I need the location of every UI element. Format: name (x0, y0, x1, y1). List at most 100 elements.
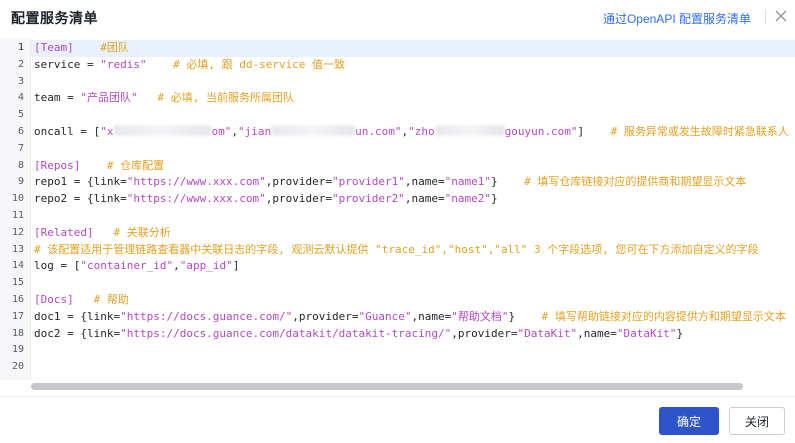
code-comment: # 该配置适用于管理链路查看器中关联日志的字段, 观测云默认提供 "trace_… (34, 242, 759, 256)
code-text: ,name= (577, 326, 617, 340)
line-number: 7 (17, 142, 24, 154)
code-string: "https://docs.guance.com/datakit/datakit… (120, 326, 452, 340)
code-string: "帮助文档" (451, 309, 509, 323)
code-line[interactable]: oncall = ["x om","jian un.com","zho gouyun.… (34, 124, 789, 141)
code-line[interactable]: team = "产品团队" # 必填, 当前服务所属团队 (34, 90, 294, 107)
line-number: 8 (17, 159, 24, 171)
code-text: ,provider= (451, 326, 518, 340)
confirm-button[interactable]: 确定 (659, 407, 719, 435)
code-section: [Docs] (34, 293, 74, 306)
code-string: "provider2" (332, 192, 405, 206)
code-text: ,provider= (292, 309, 359, 323)
redacted-text (113, 125, 212, 136)
code-text: } (676, 326, 684, 340)
code-text: oncall = [ (34, 125, 101, 138)
line-number-gutter: 1 2 3 4 5 6 7 8 9 10 11 12 13 14 15 16 17 18 19 20 (0, 38, 31, 380)
horizontal-scrollbar[interactable] (31, 382, 795, 392)
code-line[interactable]: service = "redis" # 必填, 跟 dd-service 值一致 (34, 57, 345, 74)
line-number: 20 (11, 361, 24, 373)
code-string: "DataKit" (517, 326, 578, 340)
code-section: [Team] (34, 41, 74, 54)
code-text: } (491, 192, 498, 206)
openapi-config-link[interactable]: 通过OpenAPI 配置服务清单 (603, 10, 751, 27)
code-text: ,provider= (265, 175, 333, 189)
redacted-text (271, 125, 356, 136)
code-line[interactable]: log = ["container_id","app_id"] (34, 258, 239, 275)
code-text: repo1 = {link= (34, 175, 127, 189)
code-comment: # 关联分析 (93, 225, 171, 239)
line-number: 9 (17, 176, 24, 188)
code-line[interactable]: [Repos] # 仓库配置 (34, 158, 164, 175)
line-number: 12 (11, 226, 24, 238)
scrollbar-thumb[interactable] (31, 383, 743, 390)
code-string: "Guance" (358, 309, 412, 323)
code-string: om" (211, 125, 232, 138)
code-text: ,name= (411, 309, 452, 323)
code-string: "provider1" (332, 175, 405, 189)
code-comment: # 填写帮助链接对应的内容提供方和期望显示文本 (515, 309, 786, 323)
code-text: repo2 = {link= (34, 192, 127, 206)
line-number: 2 (17, 58, 24, 70)
code-line[interactable]: doc2 = {link="https://docs.guance.com/da… (34, 326, 683, 343)
redacted-text (434, 125, 505, 136)
code-line[interactable]: [Related] # 关联分析 (34, 225, 171, 242)
line-number: 6 (17, 126, 24, 137)
line-number: 1 (17, 42, 24, 53)
code-string: gouyun.com" (504, 125, 578, 138)
code-text: ,name= (404, 175, 445, 189)
line-number: 16 (11, 294, 24, 305)
code-string: "app_id" (179, 259, 233, 273)
code-line[interactable]: [Docs] # 帮助 (34, 292, 129, 309)
code-string: "https://www.xxx.com" (126, 192, 266, 206)
line-number: 19 (11, 344, 24, 356)
line-number: 4 (17, 92, 24, 104)
code-text: team = (34, 91, 81, 105)
dialog-header: 配置服务清单 通过OpenAPI 配置服务清单 (0, 0, 795, 36)
close-button[interactable]: 关闭 (729, 407, 785, 435)
code-string: "产品团队" (80, 91, 138, 105)
code-line[interactable]: [Team] #团队 (34, 40, 129, 57)
code-comment: # 帮助 (73, 293, 129, 306)
dialog-title: 配置服务清单 (11, 10, 98, 26)
line-number: 3 (17, 75, 24, 87)
line-number: 15 (11, 277, 24, 289)
code-string: "DataKit" (616, 326, 677, 340)
code-comment: #团队 (73, 41, 129, 54)
code-line[interactable]: # 该配置适用于管理链路查看器中关联日志的字段, 观测云默认提供 "trace_… (34, 242, 759, 259)
code-text: , (173, 259, 180, 273)
dialog-footer: 确定 关闭 (0, 396, 795, 443)
code-line[interactable]: repo2 = {link="https://www.xxx.com",prov… (34, 191, 498, 208)
code-text: , (231, 125, 238, 138)
code-text: ,provider= (265, 192, 333, 206)
code-comment: # 必填, 当前服务所属团队 (137, 91, 294, 105)
code-comment: # 填写仓库链接对应的提供商和期望显示文本 (497, 175, 747, 189)
code-comment: # 必填, 跟 dd-service 值一致 (146, 57, 346, 71)
code-line[interactable]: doc1 = {link="https://docs.guance.com/",… (34, 309, 786, 326)
code-text: } (491, 175, 498, 189)
code-text: doc2 = {link= (34, 326, 121, 340)
code-string: "container_id" (80, 259, 174, 273)
code-section: [Repos] (34, 158, 81, 172)
code-string: "https://www.xxx.com" (126, 175, 266, 189)
code-text: doc1 = {link= (34, 309, 121, 323)
active-line-highlight (31, 40, 795, 57)
code-editor[interactable]: 1 2 3 4 5 6 7 8 9 10 11 12 13 14 15 16 17 18 19 20 [Team] #… (0, 38, 795, 393)
line-number: 5 (17, 109, 24, 121)
line-number: 10 (11, 193, 24, 205)
line-number: 13 (11, 243, 24, 255)
code-string: "redis" (100, 57, 147, 71)
line-number: 11 (11, 210, 24, 221)
code-text: log = [ (34, 259, 81, 273)
code-string: "zho (408, 125, 435, 138)
code-string: "name1" (444, 175, 491, 189)
line-number: 17 (11, 310, 24, 322)
code-section: [Related] (34, 225, 94, 239)
code-comment: # 仓库配置 (80, 158, 165, 172)
code-text: ,name= (404, 192, 445, 206)
line-number: 18 (11, 327, 24, 339)
code-text: service = (34, 57, 101, 71)
code-text: ] (232, 259, 240, 273)
code-line[interactable]: repo1 = {link="https://www.xxx.com",prov… (34, 174, 746, 191)
config-service-dialog: 配置服务清单 通过OpenAPI 配置服务清单 1 2 3 4 5 6 7 8 9 10 11 12 1… (0, 0, 795, 443)
close-icon[interactable] (774, 9, 788, 23)
